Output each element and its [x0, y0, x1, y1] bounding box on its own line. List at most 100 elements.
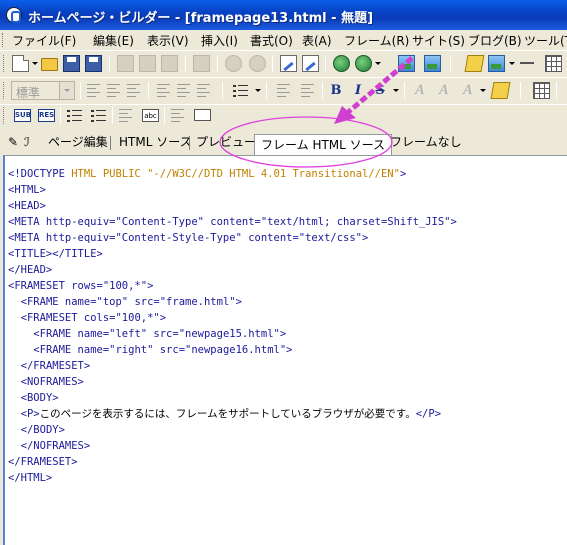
source-line[interactable]: </HTML> [8, 470, 457, 486]
source-line[interactable]: <FRAME name="left" src="newpage15.html"> [8, 326, 457, 342]
tab-page-edit[interactable]: ページ編集 [48, 132, 108, 152]
source-line[interactable]: <!DOCTYPE HTML PUBLIC "-//W3C//DTD HTML … [8, 166, 457, 182]
font-color-dropdown-icon[interactable] [480, 89, 486, 92]
save-icon[interactable] [63, 55, 80, 72]
image-icon[interactable] [398, 55, 415, 72]
source-line[interactable]: </FRAMESET> [8, 358, 457, 374]
table-format-icon[interactable] [533, 82, 550, 99]
dropdown-field-icon[interactable] [194, 109, 211, 121]
select-list-icon[interactable] [170, 107, 187, 124]
tab-frame-html-source[interactable]: フレーム HTML ソース [254, 134, 393, 155]
menu-view[interactable]: 表示(V) [147, 32, 189, 49]
paragraph-icon[interactable] [276, 82, 293, 99]
toolbar-grip[interactable] [3, 82, 6, 99]
tab-preview[interactable]: プレビュー [196, 132, 256, 152]
toolbar-grip[interactable] [3, 107, 6, 124]
source-line[interactable]: <HTML> [8, 182, 457, 198]
highlight-icon[interactable] [490, 82, 511, 99]
menu-tools[interactable]: ツール(T) [524, 32, 567, 49]
source-line[interactable]: <FRAME name="right" src="newpage16.html"… [8, 342, 457, 358]
res-button[interactable]: RES [38, 109, 55, 122]
menu-format[interactable]: 書式(O) [250, 32, 293, 49]
redo-icon[interactable] [249, 55, 266, 72]
text-box-icon[interactable]: abc [142, 109, 159, 122]
form-field-icon[interactable] [118, 107, 135, 124]
tab-separator [189, 136, 190, 150]
source-line[interactable]: <HEAD> [8, 198, 457, 214]
toolbar-separator [404, 82, 405, 99]
tab-no-frames[interactable]: フレームなし [390, 132, 462, 152]
chevron-down-icon[interactable] [59, 82, 74, 99]
copy-icon[interactable] [139, 55, 156, 72]
font-size-down-icon[interactable]: A [436, 82, 452, 99]
source-line[interactable]: </FRAMESET> [8, 454, 457, 470]
bold-button[interactable]: B [328, 82, 344, 99]
insert-image-icon[interactable] [488, 55, 505, 72]
justify-icon[interactable] [196, 82, 213, 99]
edit-page-2-icon[interactable] [302, 55, 319, 72]
font-size-up-icon[interactable]: A [412, 82, 428, 99]
source-line[interactable]: <P>このページを表示するには、フレームをサポートしているブラウザが必要です。<… [8, 406, 457, 422]
line-spacing-icon[interactable] [300, 82, 317, 99]
align-right-icon[interactable] [126, 82, 143, 99]
frame-list-2-icon[interactable] [90, 107, 107, 124]
source-line[interactable]: <META http-equiv="Content-Type" content=… [8, 214, 457, 230]
insert-object-dropdown-icon[interactable] [375, 62, 381, 65]
italic-button[interactable]: I [350, 82, 366, 99]
pencil-icon[interactable] [464, 55, 485, 72]
source-editor[interactable]: <!DOCTYPE HTML PUBLIC "-//W3C//DTD HTML … [3, 155, 567, 545]
picture-icon[interactable] [424, 55, 441, 72]
app-icon[interactable] [6, 7, 22, 23]
check-icon[interactable] [193, 55, 210, 72]
title-bar[interactable]: ホームページ・ビルダー - [framepage13.html - 無題] [0, 0, 567, 30]
menu-file[interactable]: ファイル(F) [12, 32, 76, 49]
paste-icon[interactable] [161, 55, 178, 72]
open-folder-icon[interactable] [41, 58, 58, 71]
menubar-grip[interactable] [2, 33, 5, 47]
edit-page-icon[interactable] [280, 55, 297, 72]
menu-site[interactable]: サイト(S) [412, 32, 465, 49]
bullet-list-icon[interactable] [232, 82, 249, 99]
cut-icon[interactable] [117, 55, 134, 72]
paragraph-style-value: 標準 [16, 86, 41, 100]
source-line[interactable]: <FRAMESET rows="100,*"> [8, 278, 457, 294]
source-line[interactable]: <FRAME name="top" src="frame.html"> [8, 294, 457, 310]
undo-icon[interactable] [225, 55, 242, 72]
toolbar-separator [80, 82, 81, 99]
source-line[interactable]: <NOFRAMES> [8, 374, 457, 390]
source-line[interactable]: </HEAD> [8, 262, 457, 278]
source-code[interactable]: <!DOCTYPE HTML PUBLIC "-//W3C//DTD HTML … [8, 166, 457, 486]
paragraph-style-select[interactable]: 標準 [11, 81, 75, 100]
source-line[interactable]: </BODY> [8, 422, 457, 438]
insert-image-dropdown-icon[interactable] [509, 62, 515, 65]
tab-html-source[interactable]: HTML ソース [119, 132, 192, 152]
insert-object-icon[interactable] [355, 55, 372, 72]
horizontal-line-icon[interactable] [520, 62, 534, 64]
strikethrough-button[interactable]: S [372, 82, 388, 99]
source-line[interactable]: <TITLE></TITLE> [8, 246, 457, 262]
menu-edit[interactable]: 編集(E) [93, 32, 134, 49]
source-line[interactable]: </NOFRAMES> [8, 438, 457, 454]
save-all-icon[interactable] [85, 55, 102, 72]
list-dropdown-icon[interactable] [255, 89, 261, 92]
menu-table[interactable]: 表(A) [302, 32, 332, 49]
new-page-dropdown-icon[interactable] [32, 62, 38, 65]
insert-link-icon[interactable] [333, 55, 350, 72]
sub-button[interactable]: SUB [14, 109, 31, 122]
toolbar-grip[interactable] [3, 55, 6, 72]
indent-icon[interactable] [156, 82, 173, 99]
menu-frame[interactable]: フレーム(R) [344, 32, 409, 49]
menu-insert[interactable]: 挿入(I) [201, 32, 238, 49]
new-page-icon[interactable] [12, 55, 29, 72]
source-line[interactable]: <META http-equiv="Content-Style-Type" co… [8, 230, 457, 246]
align-center-icon[interactable] [106, 82, 123, 99]
font-color-icon[interactable]: A [460, 82, 476, 99]
frame-list-icon[interactable] [66, 107, 83, 124]
style-dropdown-icon[interactable] [393, 89, 399, 92]
align-left-icon[interactable] [86, 82, 103, 99]
menu-blog[interactable]: ブログ(B) [468, 32, 522, 49]
source-line[interactable]: <BODY> [8, 390, 457, 406]
outdent-icon[interactable] [176, 82, 193, 99]
table-icon[interactable] [545, 55, 562, 72]
source-line[interactable]: <FRAMESET cols="100,*"> [8, 310, 457, 326]
